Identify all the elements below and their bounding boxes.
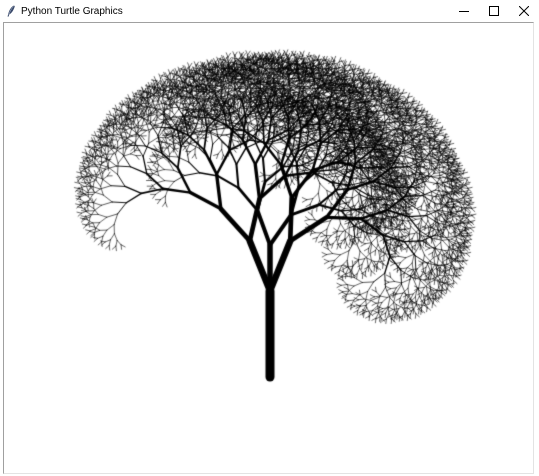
feather-icon	[3, 3, 19, 19]
window-controls	[449, 0, 539, 22]
fractal-tree-drawing	[4, 23, 533, 473]
minimize-icon	[459, 11, 469, 12]
minimize-button[interactable]	[449, 0, 479, 22]
turtle-canvas[interactable]	[3, 22, 534, 474]
close-icon	[519, 6, 529, 16]
title-bar[interactable]: Python Turtle Graphics	[0, 0, 539, 22]
maximize-button[interactable]	[479, 0, 509, 22]
turtle-window: Python Turtle Graphics	[0, 0, 539, 476]
window-title: Python Turtle Graphics	[21, 5, 123, 17]
maximize-icon	[489, 6, 499, 16]
close-button[interactable]	[509, 0, 539, 22]
